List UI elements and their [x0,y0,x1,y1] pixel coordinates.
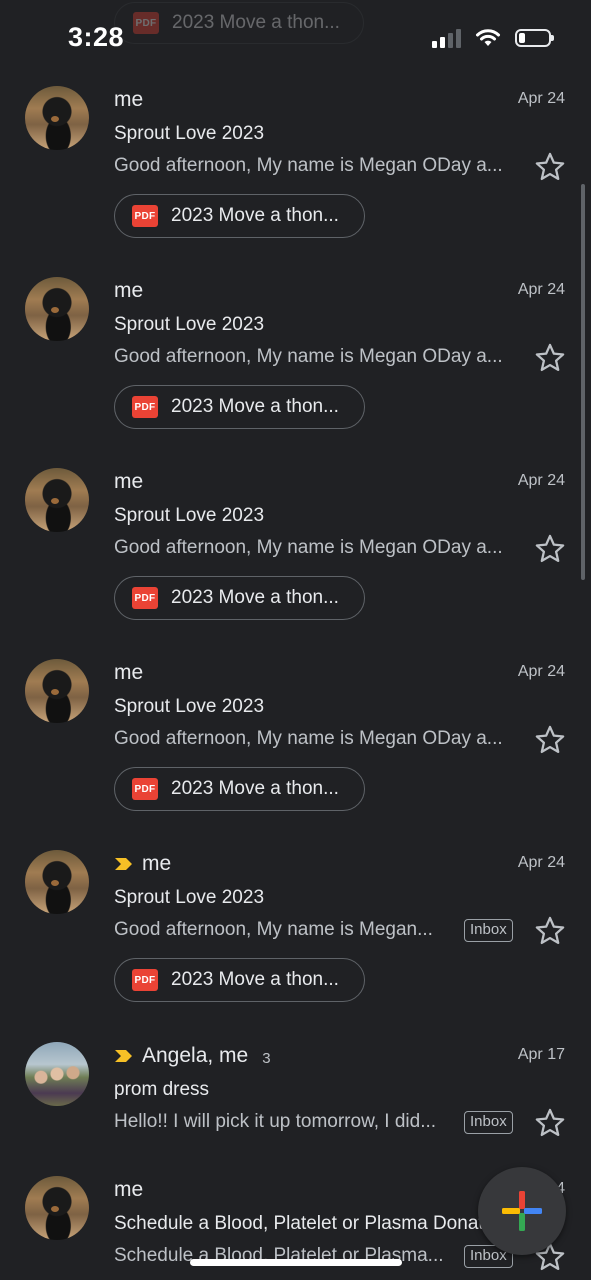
attachment-chip[interactable]: PDF 2023 Move a thon... [114,767,365,811]
pdf-icon: PDF [132,969,158,991]
email-snippet: Good afternoon, My name is Megan... [114,919,433,940]
email-snippet: Good afternoon, My name is Megan ODay a.… [114,155,503,176]
sender: me [114,852,171,876]
sender: me [114,661,143,685]
star-icon[interactable] [533,723,567,757]
attachment-name: 2023 Move a thon... [171,969,339,990]
email-subject: prom dress [114,1079,210,1100]
attachment-chip[interactable]: PDF 2023 Move a thon... [114,194,365,238]
avatar[interactable] [25,659,89,723]
status-icons [432,28,554,48]
email-snippet: Hello!! I will pick it up tomorrow, I di… [114,1111,437,1132]
important-marker-icon[interactable] [114,856,134,872]
email-date: Apr 24 [517,663,565,680]
thread-count: 3 [262,1049,271,1067]
email-snippet: Good afternoon, My name is Megan ODay a.… [114,346,503,367]
compose-button[interactable] [478,1167,566,1255]
email-subject: Schedule a Blood, Platelet or Plasma Don… [114,1213,510,1234]
sender: me [114,279,143,303]
cellular-signal-icon [432,28,461,48]
avatar[interactable] [25,86,89,150]
email-date: Apr 24 [517,472,565,489]
email-subject: Sprout Love 2023 [114,696,265,717]
sender-name: me [142,852,172,875]
attachment-chip[interactable]: PDF 2023 Move a thon... [114,385,365,429]
home-indicator[interactable] [190,1259,402,1266]
sender: me [114,470,143,494]
pdf-icon: PDF [132,778,158,800]
email-date: Apr 24 [517,281,565,298]
attachment-name: 2023 Move a thon... [171,205,339,226]
avatar[interactable] [25,850,89,914]
email-date: Apr 24 [517,854,565,871]
email-snippet: Good afternoon, My name is Megan ODay a.… [114,728,503,749]
sender: Angela, me 3 [114,1044,271,1068]
sender-name: me [114,470,144,493]
sender-name: me [114,1178,144,1201]
pdf-icon: PDF [132,587,158,609]
star-icon[interactable] [533,914,567,948]
status-time: 3:28 [68,22,125,52]
email-subject: Sprout Love 2023 [114,887,265,908]
email-subject: Sprout Love 2023 [114,314,265,335]
pdf-icon: PDF [132,205,158,227]
attachment-chip[interactable]: PDF 2023 Move a thon... [114,576,365,620]
important-marker-icon[interactable] [114,1048,134,1064]
star-icon[interactable] [533,150,567,184]
avatar[interactable] [25,1042,89,1106]
battery-icon [515,29,554,47]
attachment-chip[interactable]: PDF 2023 Move a thon... [114,958,365,1002]
sender-name: me [114,88,144,111]
inbox-label: Inbox [464,1111,513,1134]
email-subject: Sprout Love 2023 [114,123,265,144]
avatar[interactable] [25,1176,89,1240]
email-subject: Sprout Love 2023 [114,505,265,526]
email-date: Apr 24 [517,90,565,107]
compose-plus-icon [502,1191,542,1231]
inbox-label: Inbox [464,919,513,942]
avatar[interactable] [25,277,89,341]
email-date: Apr 17 [517,1046,565,1063]
attachment-name: 2023 Move a thon... [171,396,339,417]
scrollbar[interactable] [581,184,585,580]
attachment-name: 2023 Move a thon... [171,778,339,799]
email-snippet: Good afternoon, My name is Megan ODay a.… [114,537,503,558]
sender: me [114,88,143,112]
pdf-icon: PDF [132,396,158,418]
sender-name: Angela, me [142,1044,249,1067]
sender-name: me [114,661,144,684]
star-icon[interactable] [533,532,567,566]
star-icon[interactable] [533,1106,567,1140]
wifi-icon [476,29,500,46]
sender: me [114,1178,143,1202]
sender-name: me [114,279,144,302]
star-icon[interactable] [533,341,567,375]
status-bar: 3:28 [0,0,591,80]
attachment-name: 2023 Move a thon... [171,587,339,608]
avatar[interactable] [25,468,89,532]
